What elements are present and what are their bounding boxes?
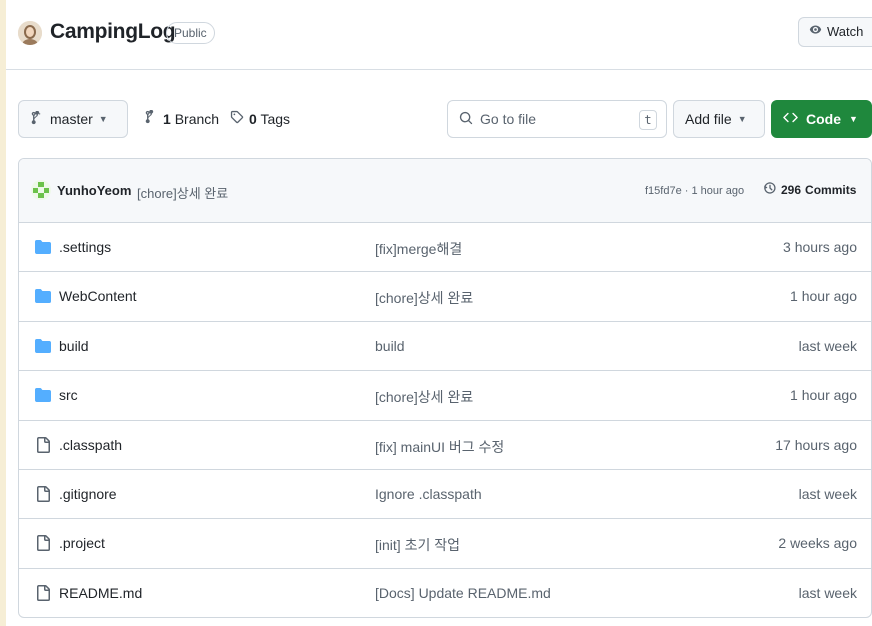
file-commit-message[interactable]: build (375, 338, 405, 354)
owner-avatar[interactable] (18, 21, 42, 45)
file-commit-message[interactable]: [Docs] Update README.md (375, 585, 551, 601)
tags-link[interactable]: 0 Tags (249, 111, 290, 127)
file-icon (35, 535, 51, 552)
file-row[interactable]: build build last week (19, 322, 871, 372)
commit-author[interactable]: YunhoYeom (57, 183, 131, 198)
file-commit-message[interactable]: [chore]상세 완료 (375, 387, 473, 407)
file-row[interactable]: src [chore]상세 완료 1 hour ago (19, 371, 871, 421)
commits-link[interactable]: 296 Commits (763, 181, 856, 198)
file-list: .settings [fix]merge해결 3 hours ago WebCo… (19, 223, 871, 617)
chevron-down-icon: ▼ (849, 114, 858, 124)
code-label: Code (806, 111, 841, 127)
commits-label: Commits (805, 182, 857, 197)
file-commit-message[interactable]: [fix]merge해결 (375, 239, 462, 259)
visibility-badge: Public (166, 22, 215, 44)
file-commit-time: last week (798, 584, 857, 601)
file-name[interactable]: README.md (59, 585, 142, 601)
code-button[interactable]: Code ▼ (771, 100, 872, 138)
file-icon (35, 436, 51, 453)
file-row[interactable]: WebContent [chore]상세 완료 1 hour ago (19, 272, 871, 322)
file-name[interactable]: build (59, 338, 89, 354)
search-icon (459, 111, 473, 128)
watch-button[interactable]: Watch (798, 17, 872, 47)
git-branch-icon (144, 109, 158, 127)
file-commit-time: 17 hours ago (775, 436, 857, 453)
tags-label: Tags (260, 110, 291, 127)
branches-label: Branch (174, 110, 220, 127)
file-commit-message[interactable]: [fix] mainUI 버그 수정 (375, 437, 504, 457)
file-commit-time: last week (798, 337, 857, 354)
chevron-down-icon: ▼ (98, 114, 108, 124)
folder-icon (35, 288, 51, 304)
tags-count: 0 (249, 110, 257, 127)
add-file-button[interactable]: Add file ▼ (673, 100, 765, 138)
file-commit-time: 1 hour ago (790, 288, 857, 305)
file-row[interactable]: .settings [fix]merge해결 3 hours ago (19, 223, 871, 273)
file-commit-message[interactable]: Ignore .classpath (375, 486, 482, 502)
file-name[interactable]: .settings (59, 239, 111, 255)
tag-icon (230, 110, 244, 127)
latest-commit-bar: YunhoYeom [chore]상세 완료 f15fd7e · 1 hour … (19, 159, 871, 223)
repo-page: CampingLog Public Watch master ▼ 1 Branc… (6, 0, 872, 626)
file-name[interactable]: src (59, 387, 78, 403)
repo-header: CampingLog Public Watch (6, 0, 872, 70)
folder-icon (35, 338, 51, 354)
commit-hash-time[interactable]: f15fd7e · 1 hour ago (645, 185, 744, 197)
file-name[interactable]: WebContent (59, 288, 137, 304)
file-table: YunhoYeom [chore]상세 완료 f15fd7e · 1 hour … (18, 158, 872, 618)
shortcut-key: t (639, 110, 657, 130)
code-icon (783, 110, 798, 128)
eye-icon (809, 18, 822, 46)
file-row[interactable]: .gitignore Ignore .classpath last week (19, 470, 871, 520)
file-icon (35, 584, 51, 601)
commit-message[interactable]: [chore]상세 완료 (137, 183, 228, 202)
folder-icon (35, 239, 51, 255)
file-commit-time: 3 hours ago (783, 239, 857, 255)
file-name[interactable]: .gitignore (59, 486, 117, 502)
file-commit-message[interactable]: [init] 초기 작업 (375, 535, 460, 555)
branch-tag-counts: 1 Branch 0 Tags (144, 109, 290, 127)
chevron-down-icon: ▼ (737, 114, 747, 124)
commits-count: 296 (781, 182, 802, 197)
git-branch-icon (30, 110, 44, 128)
file-name[interactable]: .project (59, 535, 105, 551)
history-icon (763, 181, 777, 198)
folder-icon (35, 387, 51, 403)
file-row[interactable]: .project [init] 초기 작업 2 weeks ago (19, 519, 871, 569)
file-row[interactable]: .classpath [fix] mainUI 버그 수정 17 hours a… (19, 421, 871, 470)
branches-link[interactable]: 1 Branch (163, 111, 219, 127)
watch-label: Watch (827, 24, 864, 39)
branch-selector[interactable]: master ▼ (18, 100, 128, 138)
branches-count: 1 (163, 110, 171, 127)
file-row[interactable]: README.md [Docs] Update README.md last w… (19, 569, 871, 617)
repo-name[interactable]: CampingLog (50, 20, 176, 44)
branch-label: master (50, 111, 93, 127)
add-file-label: Add file (685, 111, 732, 127)
file-name[interactable]: .classpath (59, 437, 122, 453)
file-icon (35, 485, 51, 502)
search-placeholder: Go to file (480, 111, 537, 127)
committer-avatar[interactable] (31, 180, 51, 200)
file-commit-time: 1 hour ago (790, 387, 857, 404)
file-commit-message[interactable]: [chore]상세 완료 (375, 288, 473, 308)
file-commit-time: last week (798, 485, 857, 502)
go-to-file-input[interactable]: Go to file t (447, 100, 667, 138)
file-commit-time: 2 weeks ago (778, 535, 857, 552)
